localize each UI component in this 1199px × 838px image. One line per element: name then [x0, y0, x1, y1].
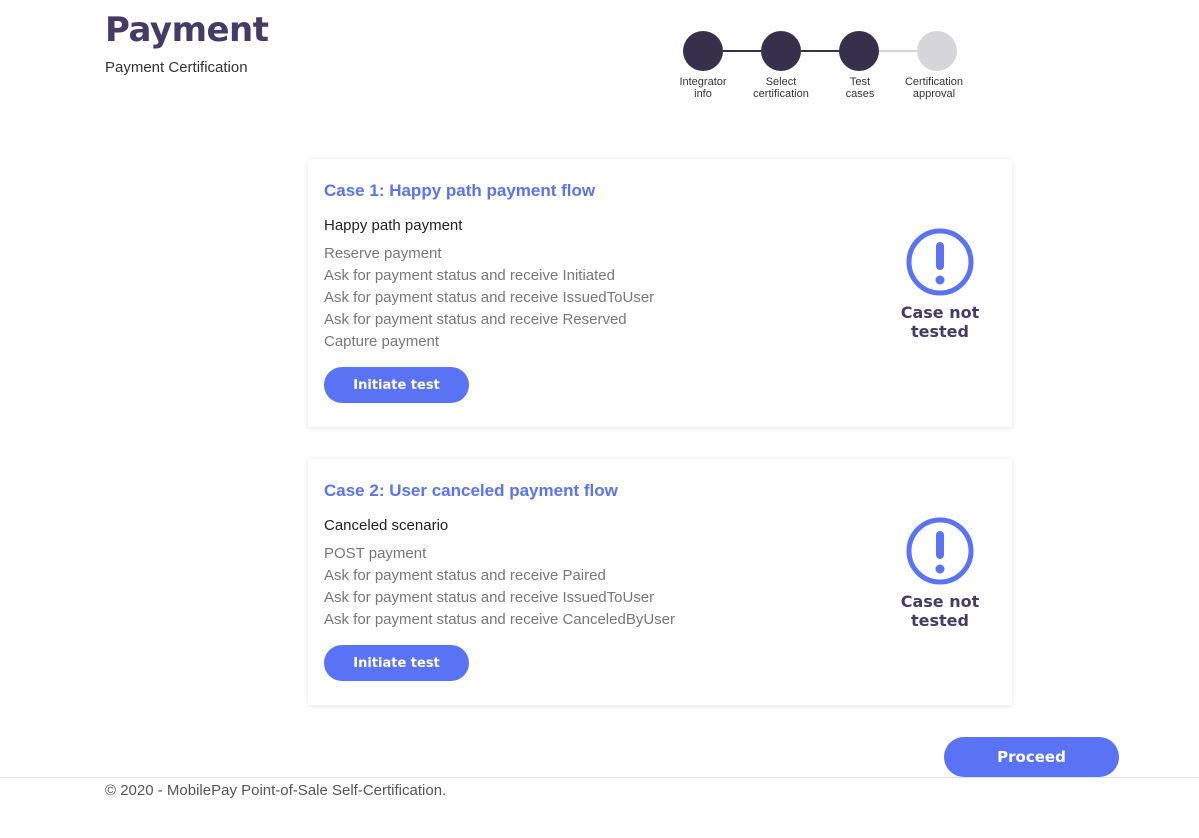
- test-case-card-1: Case 1: Happy path payment flow Happy pa…: [308, 159, 1012, 427]
- initiate-test-button[interactable]: Initiate test: [324, 645, 469, 681]
- case-step: POST payment: [324, 545, 427, 562]
- case-title: Case 1: Happy path payment flow: [324, 181, 596, 200]
- step-label-line: Certification: [904, 76, 964, 88]
- test-case-card-2: Case 2: User canceled payment flow Cance…: [308, 459, 1012, 705]
- exclamation-circle-icon: [906, 228, 974, 296]
- case-status-text: Case not tested: [880, 592, 1000, 630]
- initiate-test-button[interactable]: Initiate test: [324, 367, 469, 403]
- step-test-cases-dot: [839, 31, 879, 71]
- step-label-line: Select: [765, 76, 797, 88]
- case-status: Case not tested: [880, 516, 1000, 630]
- case-steps-list: Reserve payment Ask for payment status a…: [324, 243, 654, 353]
- status-line: tested: [911, 611, 969, 630]
- footer-copyright: © 2020 - MobilePay Point-of-Sale Self-Ce…: [105, 782, 447, 799]
- stepper-connector: [801, 50, 841, 52]
- case-step: Reserve payment: [324, 245, 442, 262]
- stepper-connector: [723, 50, 763, 52]
- exclamation-circle-icon: [906, 517, 974, 585]
- step-label-line: Integrator: [679, 76, 727, 88]
- step-label-line: certification: [753, 88, 809, 100]
- case-step: Ask for payment status and receive Initi…: [324, 267, 615, 284]
- case-steps-list: POST payment Ask for payment status and …: [324, 543, 675, 631]
- stepper-connector: [879, 50, 919, 52]
- status-line: Case not: [900, 592, 980, 611]
- step-label-line: info: [694, 88, 712, 100]
- case-status-text: Case not tested: [880, 303, 1000, 341]
- case-title: Case 2: User canceled payment flow: [324, 481, 618, 500]
- case-step: Ask for payment status and receive Paire…: [324, 567, 606, 584]
- step-select-certification-label: Select certification: [736, 76, 826, 100]
- case-scenario: Canceled scenario: [324, 517, 449, 534]
- footer-divider: [0, 777, 1199, 778]
- progress-stepper: Integrator info Select certification Tes…: [0, 0, 1199, 110]
- status-line: Case not: [900, 303, 980, 322]
- status-line: tested: [911, 322, 969, 341]
- case-step: Capture payment: [324, 333, 440, 350]
- step-select-certification-dot: [761, 31, 801, 71]
- step-certification-approval-dot: [917, 31, 957, 71]
- step-certification-approval-label: Certification approval: [889, 76, 979, 100]
- case-step: Ask for payment status and receive Issue…: [324, 589, 655, 606]
- step-label-line: approval: [912, 88, 956, 100]
- case-status: Case not tested: [880, 227, 1000, 341]
- step-integrator-info-dot: [683, 31, 723, 71]
- case-step: Ask for payment status and receive Issue…: [324, 289, 655, 306]
- proceed-button[interactable]: Proceed: [944, 737, 1119, 777]
- case-step: Ask for payment status and receive Cance…: [324, 611, 675, 628]
- case-scenario: Happy path payment: [324, 217, 463, 234]
- case-step: Ask for payment status and receive Reser…: [324, 311, 627, 328]
- step-integrator-info-label: Integrator info: [658, 76, 748, 100]
